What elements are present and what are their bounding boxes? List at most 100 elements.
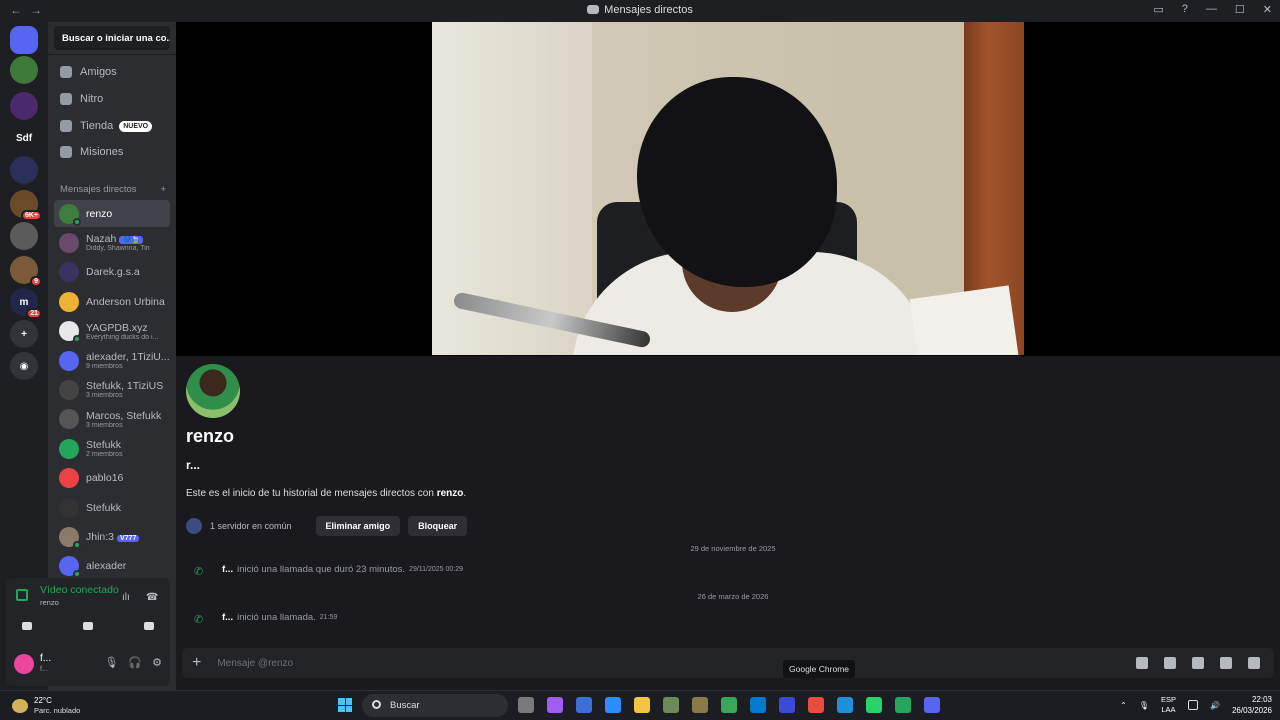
avatar	[59, 203, 81, 226]
gift-icon[interactable]	[1136, 657, 1148, 669]
server-label: +	[21, 328, 27, 340]
dm-subtitle: 9 miembros	[86, 363, 123, 370]
microphone-tray-icon[interactable]: 🎙	[1139, 701, 1149, 710]
taskbar-app-icon[interactable]	[750, 697, 766, 713]
network-icon[interactable]	[1187, 700, 1198, 710]
server-icon[interactable]	[10, 156, 38, 184]
taskbar-search-label: Buscar	[390, 700, 420, 711]
taskbar-app-icon[interactable]	[605, 697, 621, 713]
taskbar-app-icon[interactable]	[692, 697, 708, 713]
voice-status[interactable]: Vídeo conectado	[40, 584, 119, 596]
server-icon[interactable]: ◉	[10, 352, 38, 380]
gif-icon[interactable]	[1164, 657, 1176, 669]
block-button[interactable]: Bloquear	[408, 516, 468, 536]
noise-suppression-icon[interactable]: ılı	[122, 592, 136, 603]
taskbar-app-icon[interactable]	[634, 697, 650, 713]
taskbar-app-icon[interactable]	[663, 697, 679, 713]
dm-name: renzo	[86, 207, 113, 220]
search-conversation-button[interactable]: Buscar o iniciar una co...	[54, 26, 170, 50]
emoji-icon[interactable]	[1220, 657, 1232, 669]
activities-button[interactable]	[73, 616, 103, 636]
dm-item[interactable]: YAGPDB.xyz Everything ducks do i...	[54, 318, 170, 345]
dm-item[interactable]: Stefukk	[54, 494, 170, 521]
mutual-servers-link[interactable]: 1 servidor en común	[210, 521, 292, 531]
close-icon[interactable]: ✕	[1263, 3, 1272, 16]
profile-avatar[interactable]	[186, 364, 240, 418]
headphones-icon[interactable]: 🎧	[128, 656, 142, 669]
taskbar-app-icon[interactable]	[721, 697, 737, 713]
quests-icon	[60, 146, 72, 158]
server-icon[interactable]: 6K+	[10, 190, 42, 221]
user-name[interactable]: f...	[40, 653, 51, 664]
taskbar-app-icon[interactable]	[895, 697, 911, 713]
taskbar-app-icon[interactable]	[518, 697, 534, 713]
server-icon[interactable]	[10, 222, 38, 250]
share-screen-button[interactable]	[12, 616, 42, 636]
taskbar-app-icon[interactable]	[924, 697, 940, 713]
taskbar-app-icon[interactable]	[547, 697, 563, 713]
message-input[interactable]: Mensaje @renzo	[217, 658, 293, 669]
settings-gear-icon[interactable]: ⚙	[152, 656, 162, 669]
clock[interactable]: 22:03 26/03/2026	[1232, 694, 1272, 716]
server-icon[interactable]: 9	[10, 256, 42, 287]
taskbar-app-icon[interactable]	[576, 697, 592, 713]
avatar	[59, 321, 81, 344]
caller-name[interactable]: f...	[222, 612, 233, 623]
start-button[interactable]	[338, 698, 352, 712]
dm-item[interactable]: Darek.g.s.a	[54, 259, 170, 286]
nav-tienda[interactable]: Tienda NUEVO	[54, 114, 170, 138]
taskbar-app-icon[interactable]	[866, 697, 882, 713]
voice-panel: Vídeo conectado renzo ılı ☎	[6, 578, 288, 642]
taskbar-app-icon[interactable]	[837, 697, 853, 713]
server-icon[interactable]: m 21	[10, 288, 42, 319]
date-divider: 29 de noviembre de 2025	[690, 544, 776, 553]
language-indicator[interactable]: ESP LAA	[1161, 695, 1176, 715]
nav-nitro[interactable]: Nitro	[54, 87, 170, 111]
remove-friend-button[interactable]: Eliminar amigo	[315, 516, 401, 536]
attach-plus-icon[interactable]: +	[192, 654, 201, 672]
home-button[interactable]	[10, 26, 38, 54]
composer-tools	[1136, 657, 1260, 669]
window-controls: ▭? — ☐ ✕	[1153, 3, 1272, 16]
apps-icon[interactable]	[1248, 657, 1260, 669]
dm-item[interactable]: Stefukk 2 miembros	[54, 435, 170, 462]
sticker-icon[interactable]	[1192, 657, 1204, 669]
disconnect-icon[interactable]: ☎	[146, 592, 160, 603]
dm-subtitle: Everything ducks do i...	[86, 333, 159, 341]
volume-icon[interactable]: 🔊	[1210, 701, 1220, 710]
taskbar-search[interactable]: Buscar	[362, 694, 508, 717]
divider	[48, 54, 176, 55]
webcam-feed[interactable]	[432, 22, 1024, 355]
caller-name[interactable]: f...	[222, 564, 233, 575]
server-icon[interactable]	[10, 56, 38, 84]
dm-item[interactable]: Marcos, Stefukk 3 miembros	[54, 406, 170, 433]
weather-widget[interactable]: 22°C Parc. nublado	[12, 696, 80, 716]
dm-item[interactable]: Nazah 💙🍃 Diddy, Shawnna, Tin	[54, 229, 170, 256]
taskbar-app-icon[interactable]	[779, 697, 795, 713]
inbox-icon[interactable]: ▭	[1153, 3, 1163, 16]
avatar[interactable]	[14, 654, 34, 674]
taskbar-app-icon[interactable]	[808, 697, 824, 713]
nav-misiones[interactable]: Misiones	[54, 140, 170, 164]
soundboard-button[interactable]	[134, 616, 164, 636]
dm-item[interactable]: Stefukk, 1TiziUS 3 miembros	[54, 376, 170, 403]
new-badge: NUEVO	[119, 120, 153, 132]
minimize-icon[interactable]: —	[1206, 3, 1217, 16]
dm-item[interactable]: Jhin:3 V777	[54, 523, 170, 550]
maximize-icon[interactable]: ☐	[1235, 3, 1245, 16]
help-icon[interactable]: ?	[1182, 3, 1188, 16]
system-tray: ⌃ 🎙 ESP LAA 🔊 22:03 26/03/2026	[1120, 694, 1272, 716]
dm-item[interactable]: pablo16	[54, 465, 170, 492]
create-dm-icon[interactable]: +	[160, 184, 166, 195]
server-icon[interactable]	[10, 92, 38, 120]
server-icon[interactable]: Sdf	[10, 124, 38, 152]
dm-item[interactable]: Anderson Urbina	[54, 288, 170, 315]
dm-item[interactable]: renzo	[54, 200, 170, 227]
dm-item[interactable]: alexader	[54, 553, 170, 580]
nav-amigos[interactable]: Amigos	[54, 60, 170, 84]
chevron-up-icon[interactable]: ⌃	[1120, 701, 1127, 710]
server-icon[interactable]: +	[10, 320, 38, 348]
microphone-icon[interactable]: 🎙	[104, 656, 118, 669]
dm-item[interactable]: alexader, 1TiziU... 9 miembros	[54, 347, 170, 374]
dm-name: Darek.g.s.a	[86, 266, 140, 279]
